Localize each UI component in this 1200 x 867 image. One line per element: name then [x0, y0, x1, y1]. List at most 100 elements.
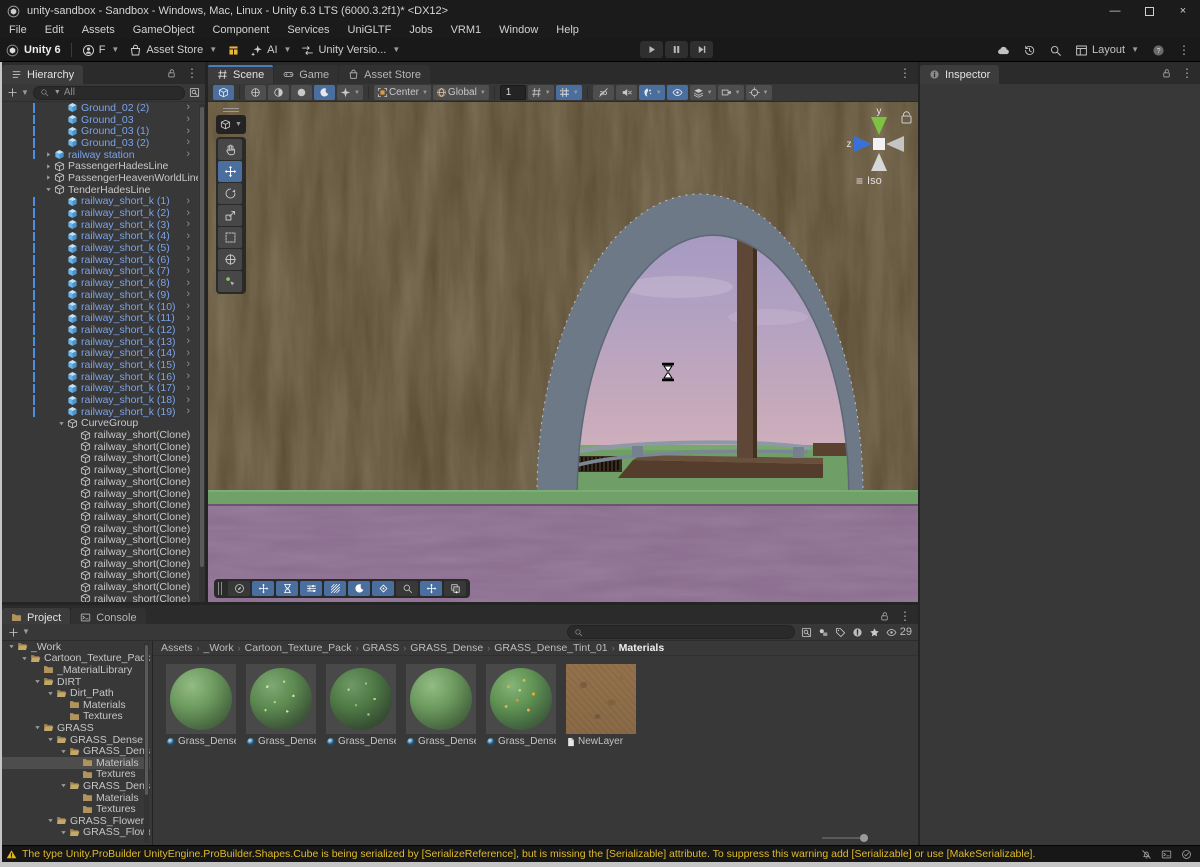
hierarchy-item[interactable]: Ground_03 (2)› — [2, 137, 198, 149]
breadcrumb-item[interactable]: Assets — [161, 642, 193, 654]
prefab-open-chevron[interactable]: › — [186, 383, 190, 394]
tab-inspector[interactable]: Inspector — [920, 65, 999, 84]
hierarchy-item[interactable]: railway station› — [2, 149, 198, 161]
uv-editor-overlay[interactable] — [324, 581, 346, 596]
panel-menu-icon[interactable]: ⋮ — [899, 609, 911, 623]
fog-toggle[interactable] — [268, 85, 289, 100]
project-folder-item[interactable]: Dirt_Path — [2, 687, 150, 699]
foldout-closed-icon[interactable] — [44, 162, 54, 171]
prefab-open-chevron[interactable]: › — [186, 219, 190, 230]
duplicate-overlay[interactable] — [444, 581, 466, 596]
hierarchy-item[interactable]: CurveGroup — [2, 418, 198, 430]
search-window-icon[interactable] — [801, 627, 812, 638]
hierarchy-item[interactable]: railway_short_k (13)› — [2, 336, 198, 348]
prefab-open-chevron[interactable]: › — [186, 289, 190, 300]
hierarchy-item[interactable]: railway_short_k (11)› — [2, 312, 198, 324]
hierarchy-item[interactable]: railway_short(Clone) — [2, 570, 198, 582]
project-folder-item[interactable]: GRASS_Dense_ — [2, 745, 150, 757]
search-icon[interactable] — [1049, 44, 1062, 57]
label-filter-icon[interactable] — [835, 627, 846, 638]
skybox-toggle[interactable] — [245, 85, 266, 100]
hierarchy-item[interactable]: PassengerHadesLine — [2, 160, 198, 172]
asset-store-button[interactable]: Asset Store▼ — [129, 44, 217, 57]
menu-window[interactable]: Window — [490, 22, 547, 38]
hierarchy-item[interactable]: railway_short(Clone) — [2, 499, 198, 511]
foldout-open-icon[interactable] — [7, 642, 17, 651]
breadcrumb-item[interactable]: GRASS_Dense_Tint_01 — [494, 642, 607, 654]
hierarchy-item[interactable]: railway_short(Clone) — [2, 581, 198, 593]
help-icon[interactable]: ? — [1152, 44, 1165, 57]
foldout-open-icon[interactable] — [33, 723, 43, 732]
hierarchy-item[interactable]: railway_short(Clone) — [2, 534, 198, 546]
view-options-overlay[interactable] — [228, 581, 250, 596]
hierarchy-item[interactable]: railway_short_k (19)› — [2, 406, 198, 418]
hierarchy-item[interactable]: railway_short_k (12)› — [2, 324, 198, 336]
project-folder-item[interactable]: Materials — [2, 757, 150, 769]
prefab-open-chevron[interactable]: › — [186, 406, 190, 417]
hierarchy-item[interactable]: railway_short_k (9)› — [2, 289, 198, 301]
hierarchy-item[interactable]: railway_short(Clone) — [2, 441, 198, 453]
prefab-open-chevron[interactable]: › — [186, 371, 190, 382]
layout-dropdown[interactable]: Layout▼ — [1075, 44, 1139, 57]
asset-item[interactable]: Grass_Dense_T... — [406, 664, 476, 747]
menu-vrm1[interactable]: VRM1 — [442, 22, 491, 38]
hierarchy-item[interactable]: railway_short(Clone) — [2, 523, 198, 535]
camera-dropdown[interactable]: ▼ — [718, 85, 744, 100]
prefab-open-chevron[interactable]: › — [186, 266, 190, 277]
hierarchy-item[interactable]: railway_short_k (4)› — [2, 231, 198, 243]
hierarchy-item[interactable]: railway_short(Clone) — [2, 476, 198, 488]
rotate-tool[interactable] — [218, 183, 242, 204]
foldout-open-icon[interactable] — [59, 781, 69, 790]
foldout-closed-icon[interactable] — [44, 173, 54, 182]
account-button[interactable]: F▼ — [82, 44, 120, 57]
project-folder-item[interactable]: Materials — [2, 792, 150, 804]
foldout-open-icon[interactable] — [44, 185, 54, 194]
project-folder-item[interactable]: _Work — [2, 641, 150, 653]
tool-context-button[interactable]: ▼ — [216, 115, 246, 134]
project-folder-item[interactable]: GRASS — [2, 722, 150, 734]
thumbnail-size-slider[interactable] — [822, 837, 868, 839]
prefab-open-chevron[interactable]: › — [186, 348, 190, 359]
asset-item[interactable]: NewLayer — [566, 664, 636, 747]
hierarchy-item[interactable]: railway_short(Clone) — [2, 488, 198, 500]
hierarchy-item[interactable]: railway_short_k (8)› — [2, 277, 198, 289]
maximize-button[interactable] — [1132, 0, 1166, 22]
menu-assets[interactable]: Assets — [73, 22, 124, 38]
grid-visibility-button[interactable]: ▼ — [528, 85, 554, 100]
status-bar[interactable]: The type Unity.ProBuilder UnityEngine.Pr… — [0, 845, 1200, 862]
project-search-input[interactable] — [567, 625, 795, 639]
project-folder-item[interactable]: DIRT — [2, 676, 150, 688]
hierarchy-item[interactable]: PassengerHeavenWorldLine — [2, 172, 198, 184]
snap-toggle-button[interactable]: ▼ — [556, 85, 582, 100]
prefab-open-chevron[interactable]: › — [186, 102, 190, 113]
project-folder-item[interactable]: Textures — [2, 769, 150, 781]
asset-item[interactable]: Grass_Dense_T... — [166, 664, 236, 747]
audio-toggle[interactable] — [616, 85, 637, 100]
create-button[interactable]: ▼ — [7, 87, 29, 98]
flares-toggle[interactable] — [291, 85, 312, 100]
type-filter-icon[interactable] — [818, 627, 829, 638]
lock-icon[interactable] — [166, 68, 177, 79]
overlays-dropdown[interactable]: ▼ — [690, 85, 716, 100]
hierarchy-item[interactable]: railway_short_k (17)› — [2, 383, 198, 395]
panel-menu-icon[interactable]: ⋮ — [899, 66, 911, 80]
minimize-button[interactable]: — — [1098, 0, 1132, 22]
project-folder-item[interactable]: GRASS_Flower — [2, 815, 150, 827]
panel-menu-icon[interactable]: ⋮ — [1181, 66, 1193, 80]
prefab-open-chevron[interactable]: › — [186, 196, 190, 207]
cloud-icon[interactable] — [997, 44, 1010, 57]
transform-tool[interactable] — [218, 249, 242, 270]
menu-help[interactable]: Help — [547, 22, 588, 38]
hierarchy-item[interactable]: railway_short_k (18)› — [2, 394, 198, 406]
hierarchy-item[interactable]: railway_short(Clone) — [2, 453, 198, 465]
breadcrumb-item[interactable]: _Work — [204, 642, 234, 654]
hierarchy-item[interactable]: railway_short_k (16)› — [2, 371, 198, 383]
menu-services[interactable]: Services — [278, 22, 338, 38]
history-icon[interactable] — [1023, 44, 1036, 57]
foldout-open-icon[interactable] — [46, 689, 56, 698]
foldout-closed-icon[interactable] — [44, 150, 54, 159]
hierarchy-item[interactable]: railway_short(Clone) — [2, 546, 198, 558]
prefab-open-chevron[interactable]: › — [186, 231, 190, 242]
foldout-open-icon[interactable] — [33, 677, 43, 686]
foldout-open-icon[interactable] — [46, 816, 56, 825]
